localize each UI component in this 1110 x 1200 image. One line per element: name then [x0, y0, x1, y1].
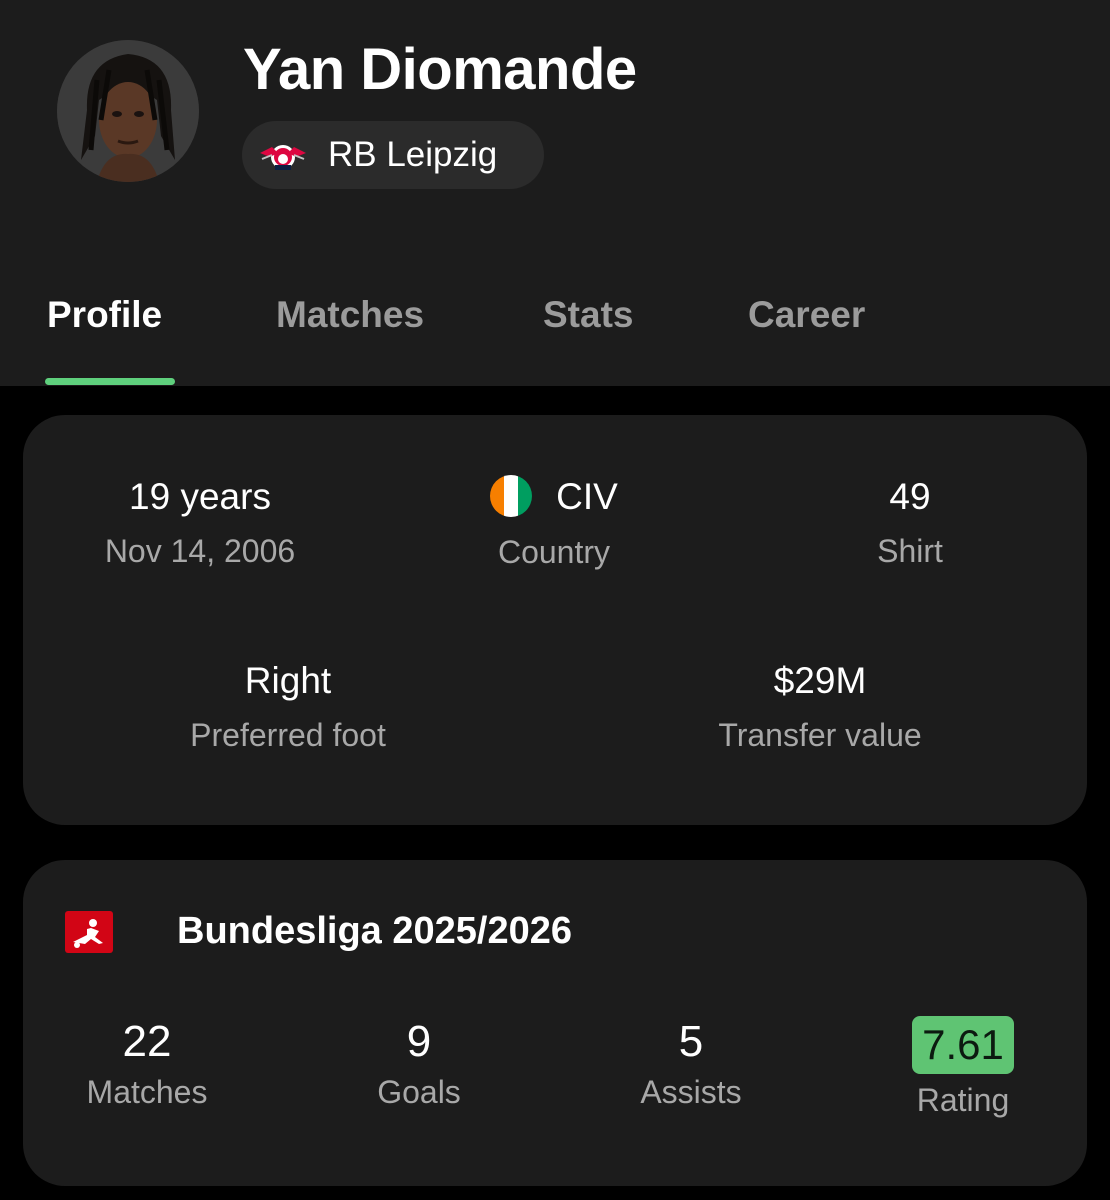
stat-assists-value: 5 — [678, 1017, 704, 1066]
country-code: CIV — [556, 476, 618, 517]
preferred-foot-value: Right — [244, 660, 332, 701]
transfer-value: $29M — [773, 660, 867, 701]
birth-date: Nov 14, 2006 — [104, 533, 296, 569]
tab-matches[interactable]: Matches — [276, 292, 424, 338]
league-title: Bundesliga 2025/2026 — [177, 910, 572, 952]
team-name: RB Leipzig — [328, 135, 498, 174]
stat-assists-label: Assists — [640, 1074, 742, 1110]
stat-assists: 5 Assists — [591, 1016, 791, 1112]
rating-badge: 7.61 — [912, 1016, 1014, 1074]
player-info-card: 19 years Nov 14, 2006 CIV Country 49 Shi… — [23, 415, 1087, 825]
age-cell: 19 years Nov 14, 2006 — [50, 475, 350, 571]
bundesliga-logo-icon — [65, 911, 113, 953]
tab-career[interactable]: Career — [748, 292, 865, 338]
tab-stats[interactable]: Stats — [543, 292, 633, 338]
stat-matches: 22 Matches — [47, 1016, 247, 1112]
rb-leipzig-logo-icon — [260, 145, 306, 170]
stat-goals-label: Goals — [377, 1074, 461, 1110]
stat-goals: 9 Goals — [319, 1016, 519, 1112]
player-profile-page: Yan Diomande RB Leipzig Profile Matches … — [0, 0, 1110, 1200]
transfer-value-cell[interactable]: $29M Transfer value — [660, 659, 980, 755]
stat-matches-value: 22 — [122, 1017, 172, 1066]
stat-rating-value-row: 7.61 — [863, 1016, 1063, 1074]
country-value-row: CIV — [404, 475, 704, 520]
stat-rating-label: Rating — [916, 1082, 1010, 1118]
tab-profile[interactable]: Profile — [47, 292, 162, 338]
country-label: Country — [497, 534, 611, 571]
shirt-cell: 49 Shirt — [760, 475, 1060, 571]
preferred-foot-cell: Right Preferred foot — [138, 659, 438, 755]
preferred-foot-label: Preferred foot — [190, 717, 386, 753]
transfer-value-label: Transfer value — [718, 717, 922, 753]
shirt-label: Shirt — [877, 533, 943, 569]
country-cell[interactable]: CIV Country — [404, 475, 704, 572]
ivory-coast-flag-icon — [490, 475, 533, 518]
player-avatar — [57, 40, 199, 182]
stat-rating: 7.61 Rating — [863, 1016, 1063, 1120]
league-stats-card[interactable]: Bundesliga 2025/2026 22 Matches 9 Goals … — [23, 860, 1087, 1186]
age-value: 19 years — [129, 476, 271, 517]
team-chip[interactable]: RB Leipzig — [242, 121, 544, 189]
active-tab-indicator — [45, 378, 175, 385]
player-name: Yan Diomande — [243, 37, 637, 102]
shirt-number: 49 — [889, 476, 931, 517]
player-header: Yan Diomande RB Leipzig Profile Matches … — [0, 0, 1110, 386]
stat-matches-label: Matches — [86, 1074, 208, 1110]
stat-goals-value: 9 — [406, 1017, 432, 1066]
player-photo-icon — [57, 40, 199, 182]
